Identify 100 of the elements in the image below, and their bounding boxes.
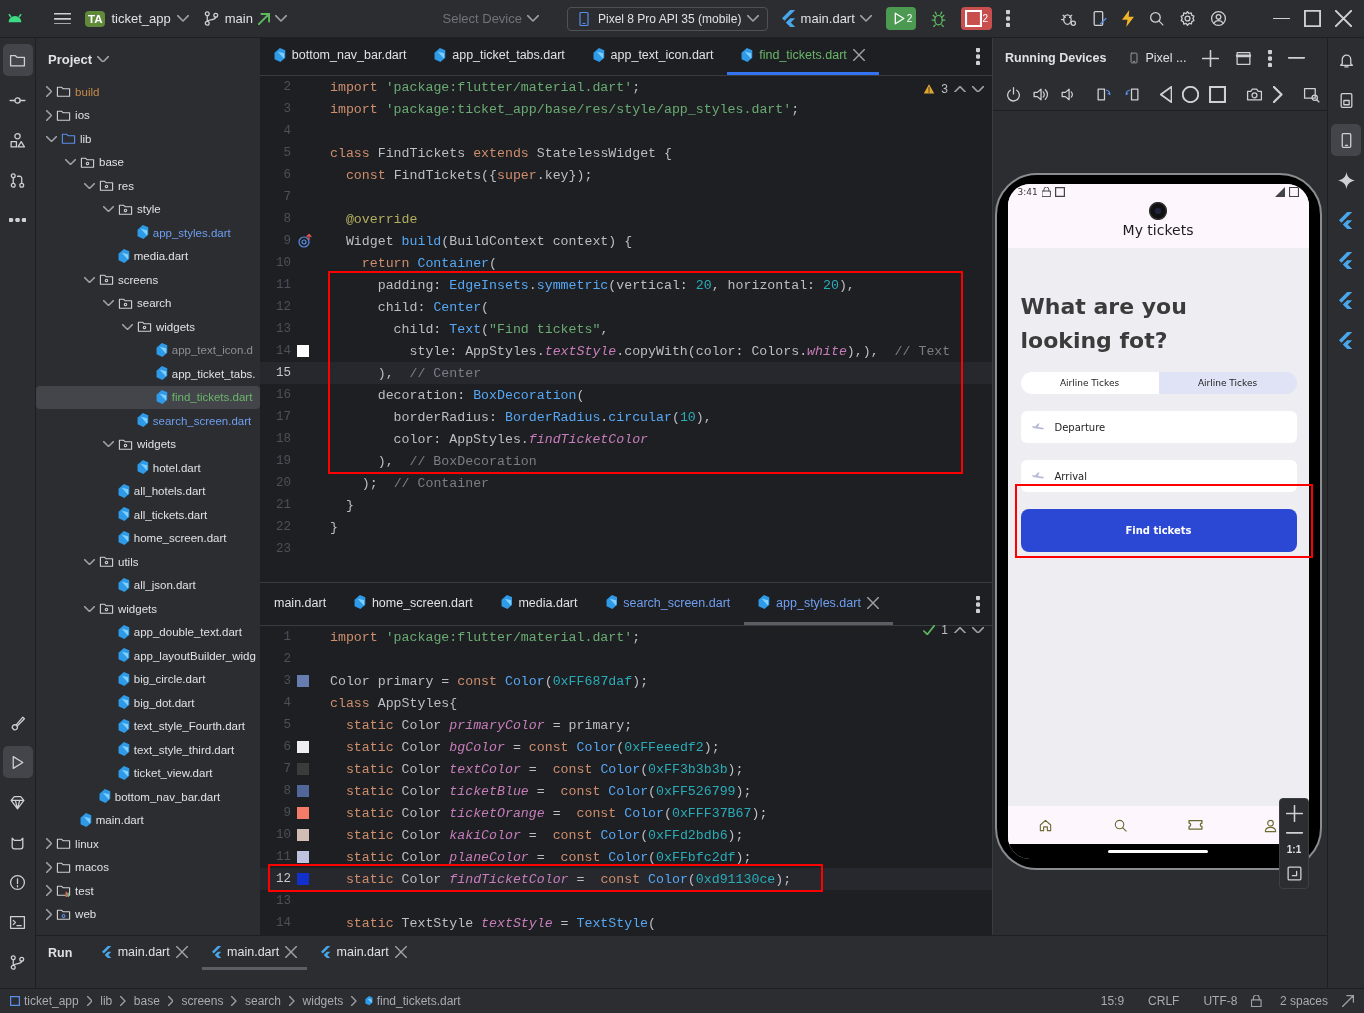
tree-item[interactable]: screens: [36, 268, 260, 292]
tree-item[interactable]: all_hotels.dart: [36, 479, 260, 503]
ticket-tab[interactable]: Airline Tickes: [1020, 372, 1159, 394]
breadcrumb[interactable]: base: [133, 994, 160, 1008]
find-tickets-button[interactable]: Find tickets: [1020, 509, 1297, 552]
editor-tab[interactable]: search_screen.dart: [591, 583, 745, 625]
input-field[interactable]: Arrival: [1020, 460, 1297, 492]
editor-tab[interactable]: find_tickets.dart: [727, 38, 879, 75]
minimize-icon[interactable]: [1273, 17, 1290, 20]
run-config[interactable]: main.dart: [782, 10, 872, 27]
device-tab[interactable]: Pixel ...: [1128, 51, 1187, 65]
tool-window-button[interactable]: [2, 44, 33, 76]
breadcrumb[interactable]: widgets: [302, 994, 344, 1008]
tree-item[interactable]: big_circle.dart: [36, 667, 260, 691]
tree-item[interactable]: search: [36, 291, 260, 315]
close-icon[interactable]: [1335, 10, 1352, 27]
color-swatch[interactable]: [297, 785, 309, 797]
editor-tab[interactable]: bottom_nav_bar.dart: [260, 38, 421, 75]
tree-item[interactable]: base: [36, 150, 260, 174]
chevron-right-icon[interactable]: [1273, 85, 1283, 103]
project-view-selector[interactable]: Project: [48, 51, 110, 67]
color-swatch[interactable]: [297, 345, 309, 357]
tree-item[interactable]: app_double_text.dart: [36, 620, 260, 644]
tree-item[interactable]: bottom_nav_bar.dart: [36, 785, 260, 809]
tree-item[interactable]: search_screen.dart: [36, 409, 260, 433]
ticket-tab[interactable]: Airline Tickes: [1158, 372, 1297, 394]
tree-item[interactable]: big_dot.dart: [36, 691, 260, 715]
share-icon[interactable]: [1342, 995, 1354, 1007]
tree-item[interactable]: ios: [36, 103, 260, 127]
account-icon[interactable]: [1210, 10, 1227, 27]
problem-count[interactable]: 1: [941, 623, 948, 637]
tool-window-button[interactable]: [2, 746, 33, 778]
tree-item[interactable]: res: [36, 174, 260, 198]
run-tab[interactable]: main.dart: [311, 936, 417, 970]
indent-setting[interactable]: 2 spaces: [1279, 994, 1328, 1008]
tree-item[interactable]: macos: [36, 855, 260, 879]
problem-count[interactable]: 3: [941, 82, 948, 96]
tree-item[interactable]: home_screen.dart: [36, 526, 260, 550]
stop-button[interactable]: 2: [961, 7, 992, 30]
editor-tab[interactable]: media.dart: [486, 583, 592, 625]
search-icon[interactable]: [1148, 10, 1165, 27]
tree-item[interactable]: app_ticket_tabs.: [36, 362, 260, 386]
tree-item[interactable]: ticket_view.dart: [36, 761, 260, 785]
tree-item[interactable]: linux: [36, 832, 260, 856]
power-icon[interactable]: [1005, 85, 1022, 103]
tree-item[interactable]: main.dart: [36, 808, 260, 832]
tree-item[interactable]: hotel.dart: [36, 456, 260, 480]
tree-item[interactable]: all_tickets.dart: [36, 503, 260, 527]
minimize-icon[interactable]: [1285, 832, 1303, 834]
tree-item[interactable]: utils: [36, 550, 260, 574]
tree-item[interactable]: find_tickets.dart: [36, 385, 260, 409]
caret-up-icon[interactable]: [954, 626, 966, 634]
override-marker-icon[interactable]: [297, 233, 313, 249]
tree-item[interactable]: web: [36, 902, 260, 926]
lock-icon[interactable]: [1251, 995, 1262, 1007]
bug-icon[interactable]: [930, 10, 948, 27]
tool-window-button[interactable]: [1331, 124, 1361, 156]
triangle-icon[interactable]: [1160, 85, 1173, 103]
ticket-icon[interactable]: [1188, 820, 1204, 830]
tree-item[interactable]: text_style_third.dart: [36, 738, 260, 762]
close-icon[interactable]: [175, 945, 188, 958]
breadcrumb[interactable]: lib: [100, 994, 113, 1008]
plus-icon[interactable]: [1285, 805, 1303, 822]
run-tab[interactable]: main.dart: [92, 936, 198, 970]
lightning-icon[interactable]: [1121, 10, 1134, 27]
home-icon[interactable]: [1037, 817, 1053, 833]
line-ending[interactable]: CRLF: [1148, 994, 1180, 1008]
search-icon[interactable]: [1112, 817, 1128, 833]
close-icon[interactable]: [285, 945, 298, 958]
tree-item[interactable]: widgets: [36, 597, 260, 621]
tree-item[interactable]: media.dart: [36, 244, 260, 268]
fit-screen-icon[interactable]: [1285, 864, 1303, 882]
screen-zoom-icon[interactable]: [1302, 85, 1320, 103]
tree-item[interactable]: test: [36, 879, 260, 903]
editor-tab[interactable]: main.dart: [260, 583, 341, 625]
more-icon[interactable]: [976, 48, 980, 65]
color-swatch[interactable]: [297, 807, 309, 819]
more-icon[interactable]: [1005, 10, 1010, 27]
zoom-reset-button[interactable]: 1:1: [1286, 843, 1302, 855]
caret-down-icon[interactable]: [972, 626, 984, 634]
tree-item[interactable]: style: [36, 197, 260, 221]
minimize-icon[interactable]: [1288, 57, 1306, 59]
tree-item[interactable]: lib: [36, 127, 260, 151]
caret-down-icon[interactable]: [972, 85, 984, 93]
editor-tab[interactable]: app_styles.dart: [744, 583, 893, 625]
file-encoding[interactable]: UTF-8: [1203, 994, 1238, 1008]
breadcrumb[interactable]: screens: [181, 994, 224, 1008]
close-icon[interactable]: [852, 49, 865, 61]
color-swatch[interactable]: [297, 763, 309, 775]
project-switcher[interactable]: TA ticket_app: [85, 10, 189, 27]
editor-tab[interactable]: home_screen.dart: [340, 583, 487, 625]
breadcrumb[interactable]: find_tickets.dart: [364, 994, 461, 1008]
run-tab[interactable]: main.dart: [201, 936, 308, 970]
menu-icon[interactable]: [54, 12, 71, 25]
close-icon[interactable]: [394, 945, 407, 958]
tree-item[interactable]: widgets: [36, 315, 260, 339]
more-icon[interactable]: [976, 595, 980, 613]
device-dropdown[interactable]: Pixel 8 Pro API 35 (mobile): [567, 6, 769, 31]
color-swatch[interactable]: [297, 873, 309, 885]
tree-item[interactable]: widgets: [36, 432, 260, 456]
